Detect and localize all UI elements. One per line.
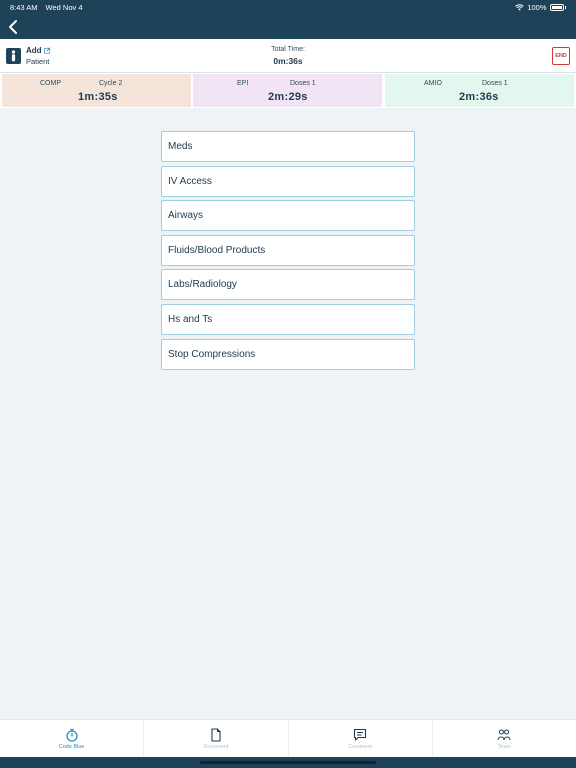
battery-percent: 100% — [527, 2, 547, 12]
fluids-blood-products-button[interactable]: Fluids/Blood Products — [161, 234, 415, 266]
tab-code-blue-label: Code Blue — [58, 744, 85, 750]
iv-access-button[interactable]: IV Access — [161, 165, 415, 197]
battery-tip — [564, 5, 566, 9]
home-bar — [0, 757, 576, 768]
timer-comp[interactable]: COMP Cycle 2 1m:35s — [2, 74, 191, 107]
nav-bar — [0, 14, 576, 39]
meds-button[interactable]: Meds — [161, 131, 415, 162]
timer-epi-doses: Doses 1 — [290, 80, 316, 87]
comment-icon — [354, 728, 367, 741]
timer-epi[interactable]: EPI Doses 1 2m:29s — [193, 74, 382, 107]
wifi-icon — [515, 3, 525, 10]
timer-comp-cycle: Cycle 2 — [99, 80, 123, 87]
action-list: Meds IV Access Airways Fluids/Blood Prod… — [161, 131, 415, 373]
home-indicator[interactable] — [200, 761, 376, 764]
patient-bar: Add Patient Total Time: 0m:36s — [0, 39, 576, 73]
tab-team[interactable]: Team — [433, 720, 576, 757]
back-chevron-icon[interactable] — [6, 18, 22, 36]
tab-document-label: Document — [203, 744, 229, 750]
status-bar: 8:43 AM Wed Nov 4 100% — [0, 0, 576, 14]
tab-bar: Code Blue Document Comment Team — [0, 719, 576, 757]
battery-icon — [549, 3, 564, 11]
timer-amio-value: 2m:36s — [459, 91, 499, 103]
hs-and-ts-button[interactable]: Hs and Ts — [161, 303, 415, 335]
tab-comment[interactable]: Comment — [289, 720, 433, 757]
timer-amio[interactable]: AMIO Doses 1 2m:36s — [385, 74, 574, 107]
timer-amio-doses: Doses 1 — [482, 80, 508, 87]
total-time-value: 0m:36s — [273, 56, 303, 66]
timer-epi-name: EPI — [237, 80, 249, 87]
timer-epi-value: 2m:29s — [268, 91, 308, 103]
stop-compressions-button[interactable]: Stop Compressions — [161, 338, 415, 370]
timer-comp-value: 1m:35s — [78, 91, 118, 103]
stopwatch-icon — [65, 728, 78, 742]
timer-comp-name: COMP — [40, 80, 61, 87]
timer-amio-name: AMIO — [424, 80, 442, 87]
tab-code-blue[interactable]: Code Blue — [0, 720, 145, 757]
status-date: Wed Nov 4 — [45, 2, 83, 12]
tab-team-label: Team — [497, 744, 512, 750]
tab-document[interactable]: Document — [144, 720, 289, 757]
team-icon — [497, 729, 511, 741]
airways-button[interactable]: Airways — [161, 200, 415, 232]
tab-comment-label: Comment — [348, 744, 373, 750]
total-time-label: Total Time: — [271, 46, 305, 53]
status-time: 8:43 AM — [10, 2, 38, 12]
document-icon — [211, 728, 221, 742]
labs-radiology-button[interactable]: Labs/Radiology — [161, 269, 415, 301]
end-button[interactable]: END — [552, 47, 570, 65]
timer-bar: COMP Cycle 2 1m:35s EPI Doses 1 2m:29s A… — [0, 73, 576, 108]
status-right: 100% — [515, 3, 566, 12]
